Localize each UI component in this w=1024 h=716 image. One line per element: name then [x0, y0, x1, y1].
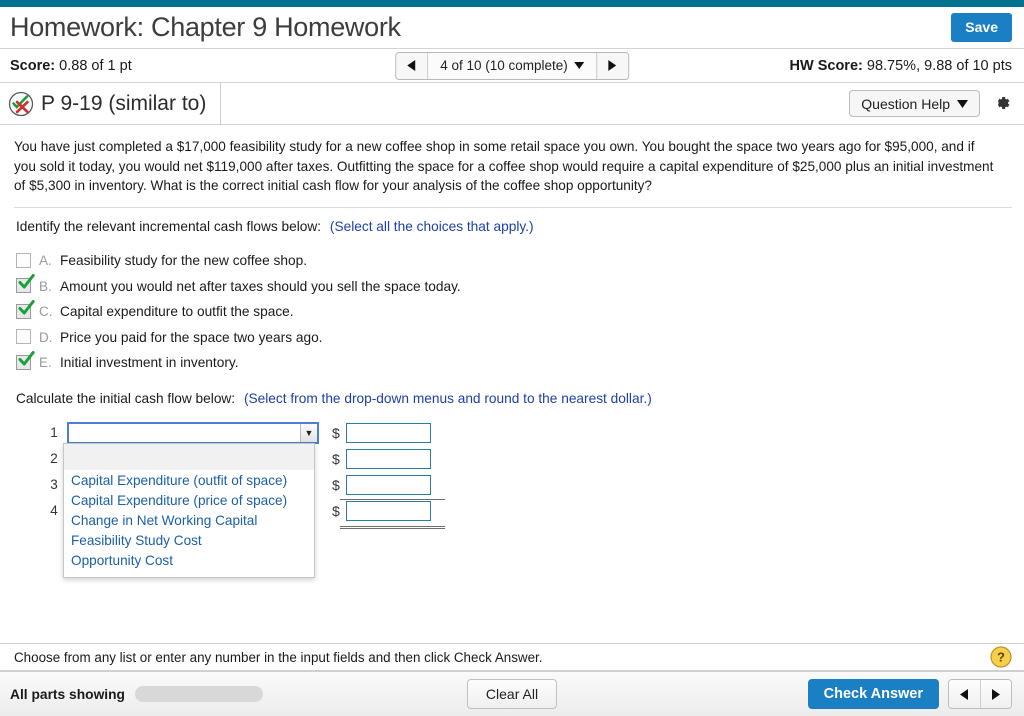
calc-row-1: 1 ▼ $: [44, 420, 1012, 446]
row-number: 4: [50, 503, 58, 519]
question-header: P 9-19 (similar to) Question Help: [0, 83, 1024, 125]
checkbox-e[interactable]: [16, 350, 35, 371]
choice-letter: C.: [39, 304, 53, 320]
right-triangle-icon: [607, 60, 616, 71]
score-bar: Score: 0.88 of 1 pt 4 of 10 (10 complete…: [0, 49, 1024, 83]
svg-text:?: ?: [997, 650, 1005, 665]
check-x-circle-icon: [8, 91, 34, 116]
dropdown-option-capex-price[interactable]: Capital Expenditure (price of space): [64, 490, 314, 510]
footer-instruction-text: Choose from any list or enter any number…: [14, 649, 543, 665]
checkbox-c[interactable]: [16, 299, 35, 320]
currency-symbol: $: [332, 450, 340, 467]
save-button[interactable]: Save: [951, 13, 1012, 42]
progress-bar: [134, 686, 263, 702]
choice-letter: A.: [39, 253, 52, 269]
question-id-group: P 9-19 (similar to): [8, 83, 222, 124]
choice-label: Amount you would net after taxes should …: [60, 278, 461, 294]
footer-next-button[interactable]: [980, 680, 1011, 708]
dropdown-option-feasibility[interactable]: Feasibility Study Cost: [64, 530, 314, 550]
choice-letter: D.: [39, 329, 53, 345]
prev-question-button[interactable]: [396, 52, 429, 79]
question-mark-help-icon[interactable]: ?: [990, 646, 1012, 668]
footer-toolbar: All parts showing Clear All Check Answer: [0, 671, 1024, 716]
question-navigator: 4 of 10 (10 complete): [395, 51, 629, 80]
part-b-prompt-text: Calculate the initial cash flow below:: [16, 390, 236, 406]
question-help-label: Question Help: [861, 95, 950, 112]
choice-row[interactable]: B. Amount you would net after taxes shou…: [16, 274, 1012, 300]
section-divider: [14, 207, 1012, 209]
part-b-hint: (Select from the drop-down menus and rou…: [243, 390, 652, 406]
choice-row[interactable]: A. Feasibility study for the new coffee …: [16, 248, 1012, 274]
row-number: 1: [50, 425, 58, 441]
choice-row[interactable]: C. Capital expenditure to outfit the spa…: [16, 299, 1012, 325]
green-check-icon: [18, 350, 35, 366]
choice-letter: E.: [39, 355, 52, 371]
left-triangle-icon: [960, 688, 968, 700]
part-a-hint: (Select all the choices that apply.): [329, 219, 534, 235]
footer-actions: Check Answer: [807, 679, 1012, 709]
choice-label: Initial investment in inventory.: [60, 355, 239, 371]
currency-symbol: $: [332, 424, 340, 441]
chevron-down-icon[interactable]: ▼: [300, 423, 317, 442]
question-score: Score: 0.88 of 1 pt: [10, 58, 132, 74]
row-number: 2: [50, 451, 58, 467]
question-position-label: 4 of 10 (10 complete): [440, 58, 568, 73]
choice-label: Capital expenditure to outfit the space.: [60, 304, 294, 320]
footer-prev-button[interactable]: [949, 680, 980, 708]
next-question-button[interactable]: [595, 52, 628, 79]
question-selector[interactable]: 4 of 10 (10 complete): [428, 52, 596, 79]
right-triangle-icon: [991, 688, 1000, 700]
dropdown-option-blank[interactable]: [64, 444, 314, 470]
green-check-icon: [18, 274, 35, 289]
choice-row[interactable]: D. Price you paid for the space two year…: [16, 325, 1012, 351]
dropdown-option-opportunity[interactable]: Opportunity Cost: [64, 550, 314, 570]
score-label: Score:: [10, 57, 56, 74]
dropdown-option-capex-outfit[interactable]: Capital Expenditure (outfit of space): [64, 470, 314, 490]
amount-input-2[interactable]: [345, 448, 431, 469]
check-answer-button[interactable]: Check Answer: [807, 679, 939, 709]
total-rule: [340, 525, 445, 529]
amount-input-4[interactable]: [345, 500, 431, 521]
green-check-icon: [18, 299, 35, 315]
chevron-down-icon: [573, 62, 584, 69]
left-triangle-icon: [407, 60, 416, 71]
checkbox-a[interactable]: [16, 252, 32, 269]
currency-symbol: $: [332, 502, 340, 519]
amount-input-3[interactable]: [345, 474, 431, 495]
title-bar: Homework: Chapter 9 Homework Save: [0, 7, 1024, 49]
choice-label: Price you paid for the space two years a…: [60, 329, 323, 345]
parts-status-label: All parts showing: [10, 686, 125, 702]
page-title: Homework: Chapter 9 Homework: [10, 12, 401, 42]
cashflow-select-1[interactable]: ▼: [67, 421, 319, 444]
choice-label: Feasibility study for the new coffee sho…: [60, 253, 308, 269]
score-value: 0.88 of 1 pt: [59, 57, 132, 74]
part-a-prompt-text: Identify the relevant incremental cash f…: [16, 219, 322, 235]
homework-score: HW Score: 98.75%, 9.88 of 10 pts: [790, 58, 1012, 74]
hw-score-label: HW Score:: [789, 57, 863, 74]
part-b-prompt: Calculate the initial cash flow below: (…: [16, 391, 1012, 406]
question-help-button[interactable]: Question Help: [849, 90, 980, 117]
question-text: You have just completed a $17,000 feasib…: [14, 139, 994, 194]
footer-navigation: [948, 679, 1012, 709]
checkbox-b[interactable]: [16, 274, 35, 294]
clear-all-button[interactable]: Clear All: [466, 679, 558, 709]
cashflow-dropdown-menu[interactable]: Capital Expenditure (outfit of space) Ca…: [63, 443, 315, 578]
dropdown-option-nwc[interactable]: Change in Net Working Capital: [64, 510, 314, 530]
top-accent-strip: [0, 0, 1024, 7]
part-a-prompt: Identify the relevant incremental cash f…: [16, 219, 1012, 234]
question-id: P 9-19 (similar to): [41, 91, 207, 115]
currency-symbol: $: [332, 476, 340, 493]
chevron-down-icon: [957, 99, 968, 108]
choice-letter: B.: [39, 278, 52, 294]
choice-row[interactable]: E. Initial investment in inventory.: [16, 350, 1012, 376]
amount-input-1[interactable]: [345, 422, 431, 443]
checkbox-d[interactable]: [16, 329, 32, 345]
choice-list: A. Feasibility study for the new coffee …: [16, 248, 1012, 376]
gear-icon[interactable]: [992, 93, 1012, 113]
footer-instruction-bar: Choose from any list or enter any number…: [0, 643, 1024, 671]
row-number: 3: [50, 477, 58, 493]
hw-score-value: 98.75%, 9.88 of 10 pts: [866, 57, 1012, 74]
